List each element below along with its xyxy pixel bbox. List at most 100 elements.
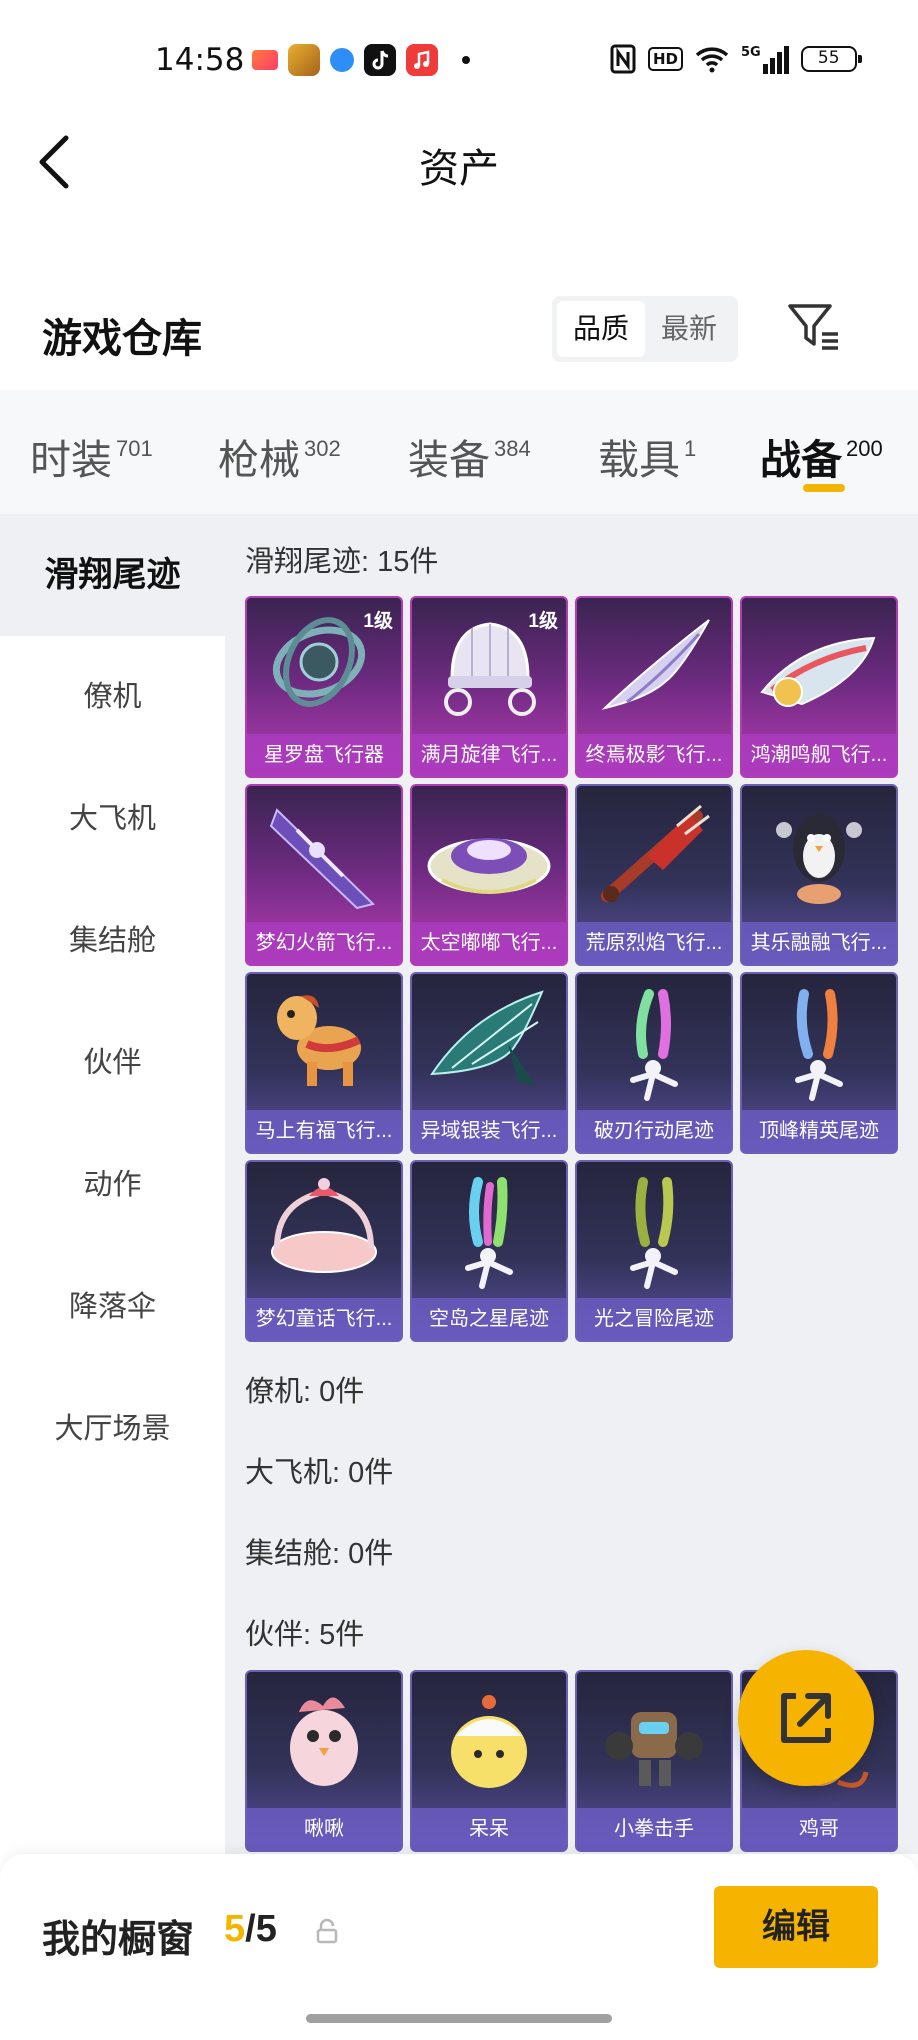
share-fab[interactable] bbox=[738, 1650, 874, 1786]
item-card[interactable]: 异域银装飞行... bbox=[410, 972, 568, 1154]
tab-vehicles[interactable]: 载具 1 bbox=[598, 426, 696, 486]
item-name: 梦幻童话飞行... bbox=[247, 1298, 401, 1340]
item-card[interactable]: 光之冒险尾迹 bbox=[575, 1160, 733, 1342]
item-card[interactable]: 顶峰精英尾迹 bbox=[740, 972, 898, 1154]
item-name: 小拳击手 bbox=[577, 1808, 731, 1850]
item-name: 鸿潮鸣舰飞行... bbox=[742, 734, 896, 776]
more-notifications-dot bbox=[462, 56, 470, 64]
item-card[interactable]: 太空嘟嘟飞行... bbox=[410, 784, 568, 966]
smoke-trail-icon bbox=[630, 989, 678, 1101]
sort-newest[interactable]: 最新 bbox=[645, 301, 733, 357]
item-card[interactable]: 其乐融融飞行... bbox=[740, 784, 898, 966]
yellow-chick-icon bbox=[451, 1695, 527, 1788]
group-title-partner: 伙伴: 5件 bbox=[245, 1619, 365, 1651]
sidebar: 滑翔尾迹 僚机 大飞机 集结舱 伙伴 动作 降落伞 大厅场景 bbox=[0, 514, 225, 1854]
item-name: 呆呆 bbox=[412, 1808, 566, 1850]
group-title-plane: 大飞机: 0件 bbox=[245, 1457, 394, 1489]
item-level: 1级 bbox=[363, 611, 393, 632]
item-card[interactable]: 1级 星罗盘飞行器 bbox=[245, 596, 403, 778]
showcase-label: 我的橱窗 bbox=[42, 1919, 195, 1961]
sidebar-item-partner[interactable]: 伙伴 bbox=[0, 1002, 225, 1124]
sidebar-item-plane[interactable]: 大飞机 bbox=[0, 758, 225, 880]
item-card[interactable]: 鸿潮鸣舰飞行... bbox=[740, 596, 898, 778]
filter-button[interactable] bbox=[786, 302, 842, 352]
group-title-pod: 集结舱: 0件 bbox=[245, 1538, 394, 1570]
sidebar-item-emote[interactable]: 动作 bbox=[0, 1124, 225, 1246]
signal-icon: 5G bbox=[741, 45, 789, 74]
item-name: 光之冒险尾迹 bbox=[577, 1298, 731, 1340]
pony-icon bbox=[277, 995, 361, 1086]
item-card[interactable]: 梦幻火箭飞行... bbox=[245, 784, 403, 966]
item-card[interactable]: 马上有福飞行... bbox=[245, 972, 403, 1154]
tab-count: 384 bbox=[494, 436, 531, 461]
item-card[interactable]: 空岛之星尾迹 bbox=[410, 1160, 568, 1342]
tab-equipment[interactable]: 装备 384 bbox=[408, 426, 531, 486]
battery-indicator: 55 bbox=[800, 46, 862, 72]
item-name: 破刃行动尾迹 bbox=[577, 1110, 731, 1152]
sidebar-item-parachute[interactable]: 降落伞 bbox=[0, 1246, 225, 1368]
item-name: 荒原烈焰飞行... bbox=[577, 922, 731, 964]
hover-ship-icon bbox=[760, 636, 876, 707]
tab-count: 200 bbox=[846, 436, 883, 461]
item-card[interactable]: 呆呆 bbox=[410, 1670, 568, 1852]
item-card[interactable]: 破刃行动尾迹 bbox=[575, 972, 733, 1154]
section-title: 游戏仓库 bbox=[42, 317, 202, 361]
share-external-icon bbox=[781, 1693, 831, 1743]
tab-label: 载具 bbox=[598, 437, 680, 483]
tab-count: 1 bbox=[684, 436, 697, 461]
tab-label: 战备 bbox=[760, 437, 842, 483]
home-indicator[interactable] bbox=[306, 2014, 612, 2023]
item-name: 其乐融融飞行... bbox=[742, 922, 896, 964]
active-tab-indicator bbox=[803, 484, 845, 492]
sidebar-item-pod[interactable]: 集结舱 bbox=[0, 880, 225, 1002]
hd-indicator: HD bbox=[648, 47, 684, 71]
smoke-trail-icon bbox=[795, 989, 843, 1101]
item-name: 顶峰精英尾迹 bbox=[742, 1110, 896, 1152]
item-level: 1级 bbox=[528, 611, 558, 632]
group-title-wingman: 僚机: 0件 bbox=[245, 1376, 365, 1408]
smoke-trail-icon bbox=[465, 1177, 513, 1289]
game-notification-icon bbox=[288, 44, 320, 76]
sidebar-item-wingman[interactable]: 僚机 bbox=[0, 636, 225, 758]
nfc-icon bbox=[610, 44, 636, 74]
status-time: 14:58 bbox=[155, 42, 245, 78]
showcase-current: 5 bbox=[224, 1908, 246, 1950]
flame-glider-icon bbox=[601, 804, 710, 902]
tab-label: 时装 bbox=[30, 437, 112, 483]
item-card[interactable]: 啾啾 bbox=[245, 1670, 403, 1852]
item-name: 异域银装飞行... bbox=[412, 1110, 566, 1152]
sort-toggle: 品质 最新 bbox=[552, 296, 738, 362]
sidebar-item-lobby-scene[interactable]: 大厅场景 bbox=[0, 1368, 225, 1490]
item-card[interactable]: 1级 满月旋律飞行... bbox=[410, 596, 568, 778]
pink-bird-icon bbox=[290, 1697, 358, 1786]
item-name: 太空嘟嘟飞行... bbox=[412, 922, 566, 964]
tab-count: 701 bbox=[116, 436, 153, 461]
tab-combat-gear[interactable]: 战备 200 bbox=[760, 426, 883, 486]
wing-blade-icon bbox=[601, 619, 710, 710]
rocket-glider-icon bbox=[269, 808, 375, 910]
robot-boxer-icon bbox=[605, 1712, 703, 1786]
bubble-notification-icon bbox=[330, 48, 354, 72]
ufo-icon bbox=[427, 838, 551, 894]
sidebar-item-glide-trail[interactable]: 滑翔尾迹 bbox=[0, 514, 225, 636]
tab-fashion[interactable]: 时装 701 bbox=[30, 426, 153, 486]
group-title-glide: 滑翔尾迹: 15件 bbox=[245, 546, 439, 578]
tiktok-icon bbox=[364, 44, 396, 76]
status-bar: 14:58 HD 5G 55 bbox=[0, 0, 918, 120]
category-tabs: 时装 701 枪械 302 装备 384 载具 1 战备 200 bbox=[0, 390, 918, 514]
system-indicators: HD 5G 55 bbox=[610, 44, 862, 74]
tab-guns[interactable]: 枪械 302 bbox=[218, 426, 341, 486]
item-card[interactable]: 梦幻童话飞行... bbox=[245, 1160, 403, 1342]
edit-button[interactable]: 编辑 bbox=[714, 1886, 878, 1968]
silver-wing-icon bbox=[430, 990, 544, 1086]
item-name: 空岛之星尾迹 bbox=[412, 1298, 566, 1340]
network-type: 5G bbox=[741, 44, 761, 60]
sort-quality[interactable]: 品质 bbox=[557, 301, 645, 357]
item-card[interactable]: 终焉极影飞行... bbox=[575, 596, 733, 778]
tab-label: 枪械 bbox=[218, 437, 300, 483]
item-name: 星罗盘飞行器 bbox=[247, 734, 401, 776]
item-name: 啾啾 bbox=[247, 1808, 401, 1850]
item-card[interactable]: 小拳击手 bbox=[575, 1670, 733, 1852]
item-card[interactable]: 荒原烈焰飞行... bbox=[575, 784, 733, 966]
showcase-total: /5 bbox=[245, 1908, 277, 1950]
